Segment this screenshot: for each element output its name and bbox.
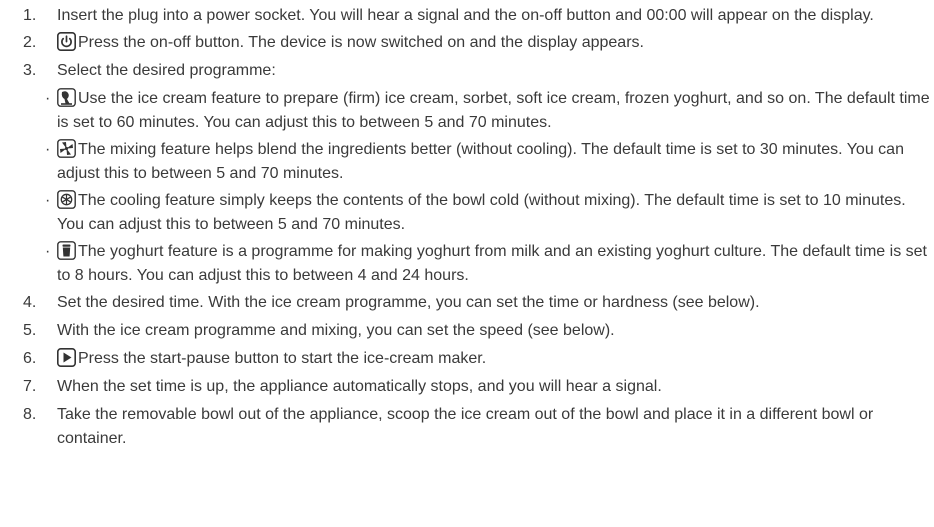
- bullet: ·: [45, 141, 51, 158]
- step-8: 8. Take the removable bowl out of the ap…: [0, 403, 934, 451]
- step-text: Press the start-pause button to start th…: [78, 350, 487, 367]
- instruction-page: 1. Insert the plug into a power socket. …: [0, 0, 934, 527]
- step-text: When the set time is up, the appliance a…: [57, 378, 662, 395]
- cooling-snowflake-icon: [57, 190, 76, 209]
- step-6: 6. Press the start-pause button to start…: [0, 347, 934, 371]
- step-number: 2.: [23, 34, 37, 51]
- programme-text: The yoghurt feature is a programme for m…: [57, 243, 927, 284]
- programme-cooling: · The cooling feature simply keeps the c…: [0, 189, 934, 237]
- programme-text: Use the ice cream feature to prepare (fi…: [57, 90, 930, 131]
- programme-text: The cooling feature simply keeps the con…: [57, 192, 906, 233]
- instruction-list: 1. Insert the plug into a power socket. …: [0, 4, 934, 454]
- programme-ice-cream: · Use the ice cream feature to prepare (…: [0, 87, 934, 135]
- yoghurt-icon: [57, 241, 76, 260]
- step-4: 4. Set the desired time. With the ice cr…: [0, 291, 934, 315]
- step-number: 8.: [23, 406, 37, 423]
- power-icon: [57, 32, 76, 51]
- programme-mixing: · The mixing feature helps blend the ing…: [0, 138, 934, 186]
- step-text: Press the on-off button. The device is n…: [78, 34, 644, 51]
- step-1: 1. Insert the plug into a power socket. …: [0, 4, 934, 28]
- step-number: 5.: [23, 322, 37, 339]
- step-text: Take the removable bowl out of the appli…: [57, 406, 874, 447]
- step-7: 7. When the set time is up, the applianc…: [0, 375, 934, 399]
- step-text: Set the desired time. With the ice cream…: [57, 294, 760, 311]
- step-number: 7.: [23, 378, 37, 395]
- programme-yoghurt: · The yoghurt feature is a programme for…: [0, 240, 934, 288]
- programme-text: The mixing feature helps blend the ingre…: [57, 141, 904, 182]
- step-text: Insert the plug into a power socket. You…: [57, 7, 874, 24]
- step-number: 1.: [23, 7, 37, 24]
- bullet: ·: [45, 90, 51, 107]
- start-pause-icon: [57, 348, 76, 367]
- step-number: 6.: [23, 350, 37, 367]
- step-text: With the ice cream programme and mixing,…: [57, 322, 615, 339]
- step-2: 2. Press the on-off button. The device i…: [0, 31, 934, 55]
- step-3: 3. Select the desired programme:: [0, 59, 934, 83]
- step-5: 5. With the ice cream programme and mixi…: [0, 319, 934, 343]
- bullet: ·: [45, 192, 51, 209]
- mixing-fan-icon: [57, 139, 76, 158]
- bullet: ·: [45, 243, 51, 260]
- step-number: 3.: [23, 62, 37, 79]
- step-number: 4.: [23, 294, 37, 311]
- ice-cream-icon: [57, 88, 76, 107]
- step-text: Select the desired programme:: [57, 62, 276, 79]
